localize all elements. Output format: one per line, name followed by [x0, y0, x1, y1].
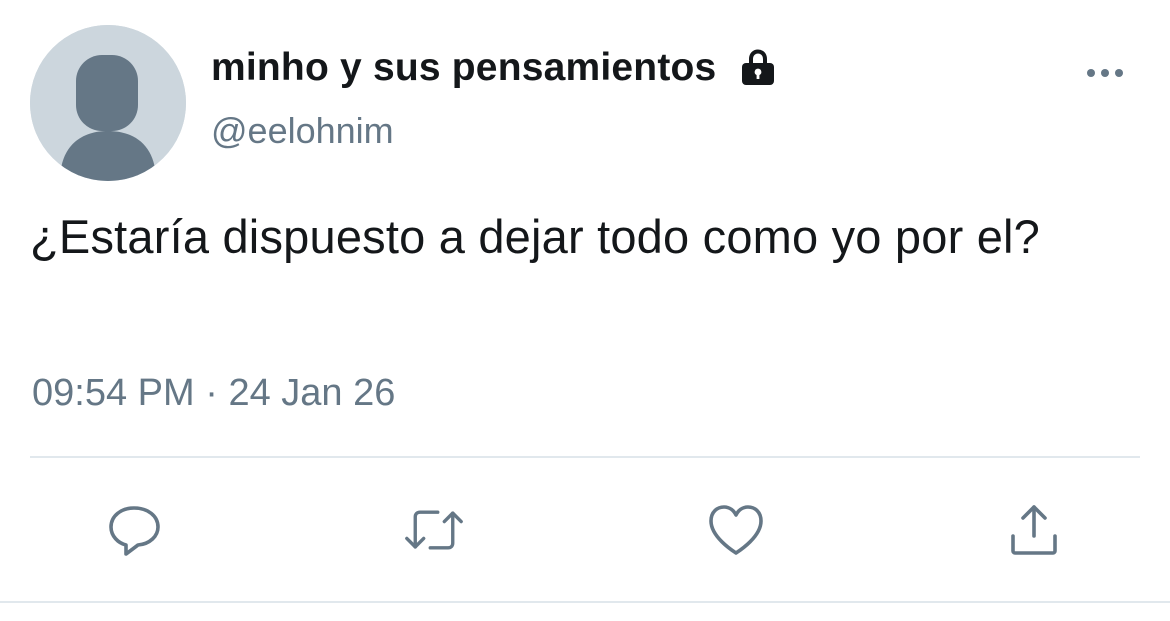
divider [30, 456, 1140, 458]
reply-icon [109, 506, 160, 556]
share-button[interactable] [1004, 500, 1064, 560]
tweet-date: 24 Jan 26 [228, 372, 396, 414]
tweet-time: 09:54 PM [32, 372, 195, 414]
more-icon [1087, 69, 1123, 77]
retweet-icon [405, 510, 463, 550]
heart-icon [709, 505, 763, 555]
reply-button[interactable] [104, 500, 164, 560]
timestamp-separator: · [205, 372, 218, 414]
author-handle[interactable]: @eelohnim [211, 110, 394, 152]
display-name[interactable]: minho y sus pensamientos [211, 46, 716, 90]
bottom-divider [0, 601, 1170, 603]
lock-icon [738, 48, 778, 88]
share-icon [1011, 505, 1057, 555]
like-button[interactable] [706, 500, 766, 560]
avatar[interactable] [30, 25, 186, 181]
retweet-button[interactable] [404, 500, 464, 560]
default-avatar-icon [30, 25, 186, 181]
more-button[interactable] [1080, 58, 1130, 88]
author-row: minho y sus pensamientos [211, 44, 778, 92]
timestamp[interactable]: 09:54 PM · 24 Jan 26 [32, 372, 395, 415]
tweet-text: ¿Estaría dispuesto a dejar todo como yo … [30, 210, 1041, 263]
